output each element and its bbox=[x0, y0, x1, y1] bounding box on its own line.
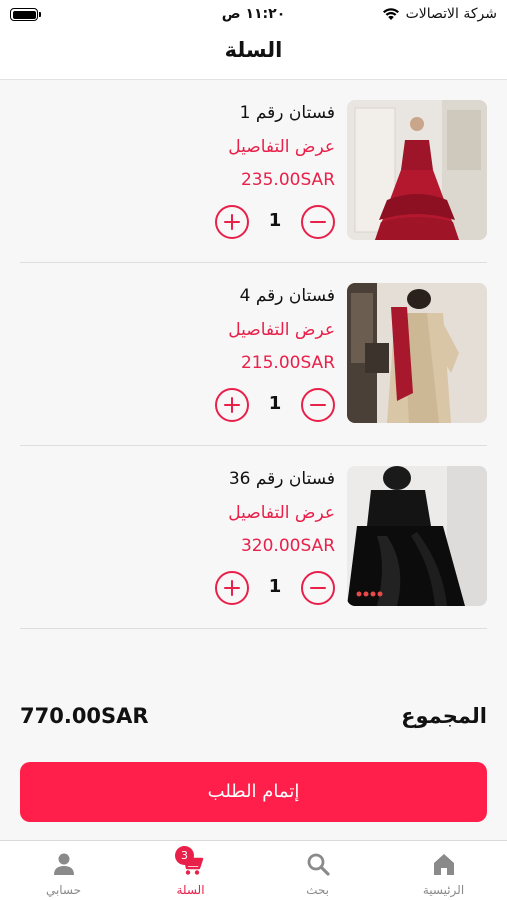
black-gown-photo-icon bbox=[347, 466, 487, 606]
tab-label: الرئيسية bbox=[422, 883, 465, 897]
increase-quantity-button[interactable] bbox=[215, 388, 249, 422]
tab-home[interactable]: الرئيسية bbox=[380, 841, 507, 900]
tab-bar: حسابي 3 السلة بحث الرئيسية bbox=[0, 840, 507, 900]
total-row: المجموع 770.00SAR bbox=[20, 702, 487, 736]
increase-quantity-button[interactable] bbox=[215, 571, 249, 605]
tab-account[interactable]: حسابي bbox=[0, 841, 127, 900]
quantity-value: 1 bbox=[268, 393, 282, 414]
status-carrier: شركة الاتصالات bbox=[382, 6, 497, 22]
home-icon bbox=[433, 854, 454, 875]
total-label: المجموع bbox=[401, 704, 487, 728]
red-gown-photo-icon bbox=[347, 100, 487, 240]
decrease-quantity-button[interactable] bbox=[301, 388, 335, 422]
wifi-icon bbox=[382, 8, 399, 20]
increase-quantity-button[interactable] bbox=[215, 205, 249, 239]
total-value: 770.00SAR bbox=[20, 704, 149, 728]
product-image[interactable] bbox=[347, 100, 487, 240]
item-price: 235.00SAR bbox=[240, 170, 335, 190]
carrier-name: شركة الاتصالات bbox=[405, 6, 497, 22]
view-details-link[interactable]: عرض التفاصيل bbox=[228, 320, 335, 340]
page-title: السلة bbox=[224, 38, 283, 62]
person-icon bbox=[53, 853, 74, 875]
tab-search[interactable]: بحث bbox=[254, 841, 381, 900]
tab-label: بحث bbox=[306, 883, 329, 897]
cart-item: فستان رقم 4 عرض التفاصيل 215.00SAR 1 bbox=[20, 263, 487, 446]
quantity-stepper: 1 bbox=[215, 571, 335, 605]
quantity-stepper: 1 bbox=[215, 205, 335, 239]
nav-header: السلة bbox=[0, 28, 507, 80]
quantity-value: 1 bbox=[268, 210, 282, 231]
view-details-link[interactable]: عرض التفاصيل bbox=[228, 503, 335, 523]
quantity-stepper: 1 bbox=[215, 388, 335, 422]
decrease-quantity-button[interactable] bbox=[301, 205, 335, 239]
cart-badge: 3 bbox=[175, 846, 194, 865]
view-details-link[interactable]: عرض التفاصيل bbox=[228, 137, 335, 157]
decrease-quantity-button[interactable] bbox=[301, 571, 335, 605]
quantity-value: 1 bbox=[268, 576, 282, 597]
cart-item: فستان رقم 1 عرض التفاصيل 235.00SAR 1 bbox=[20, 80, 487, 263]
tab-cart[interactable]: 3 السلة bbox=[127, 841, 254, 900]
tab-label: حسابي bbox=[45, 883, 82, 897]
item-name: فستان رقم 1 bbox=[239, 103, 335, 123]
product-image[interactable] bbox=[347, 283, 487, 423]
item-price: 320.00SAR bbox=[240, 536, 335, 556]
search-icon bbox=[307, 853, 330, 876]
cart-item: فستان رقم 36 عرض التفاصيل 320.00SAR 1 bbox=[20, 446, 487, 629]
item-name: فستان رقم 36 bbox=[228, 469, 335, 489]
tab-label: السلة bbox=[176, 883, 205, 897]
item-price: 215.00SAR bbox=[240, 353, 335, 373]
product-image[interactable] bbox=[347, 466, 487, 606]
item-name: فستان رقم 4 bbox=[239, 286, 335, 306]
beige-abaya-photo-icon bbox=[347, 283, 487, 423]
status-bar: ١١:٢٠ ص شركة الاتصالات bbox=[0, 0, 507, 28]
checkout-button[interactable]: إتمام الطلب bbox=[20, 762, 487, 822]
